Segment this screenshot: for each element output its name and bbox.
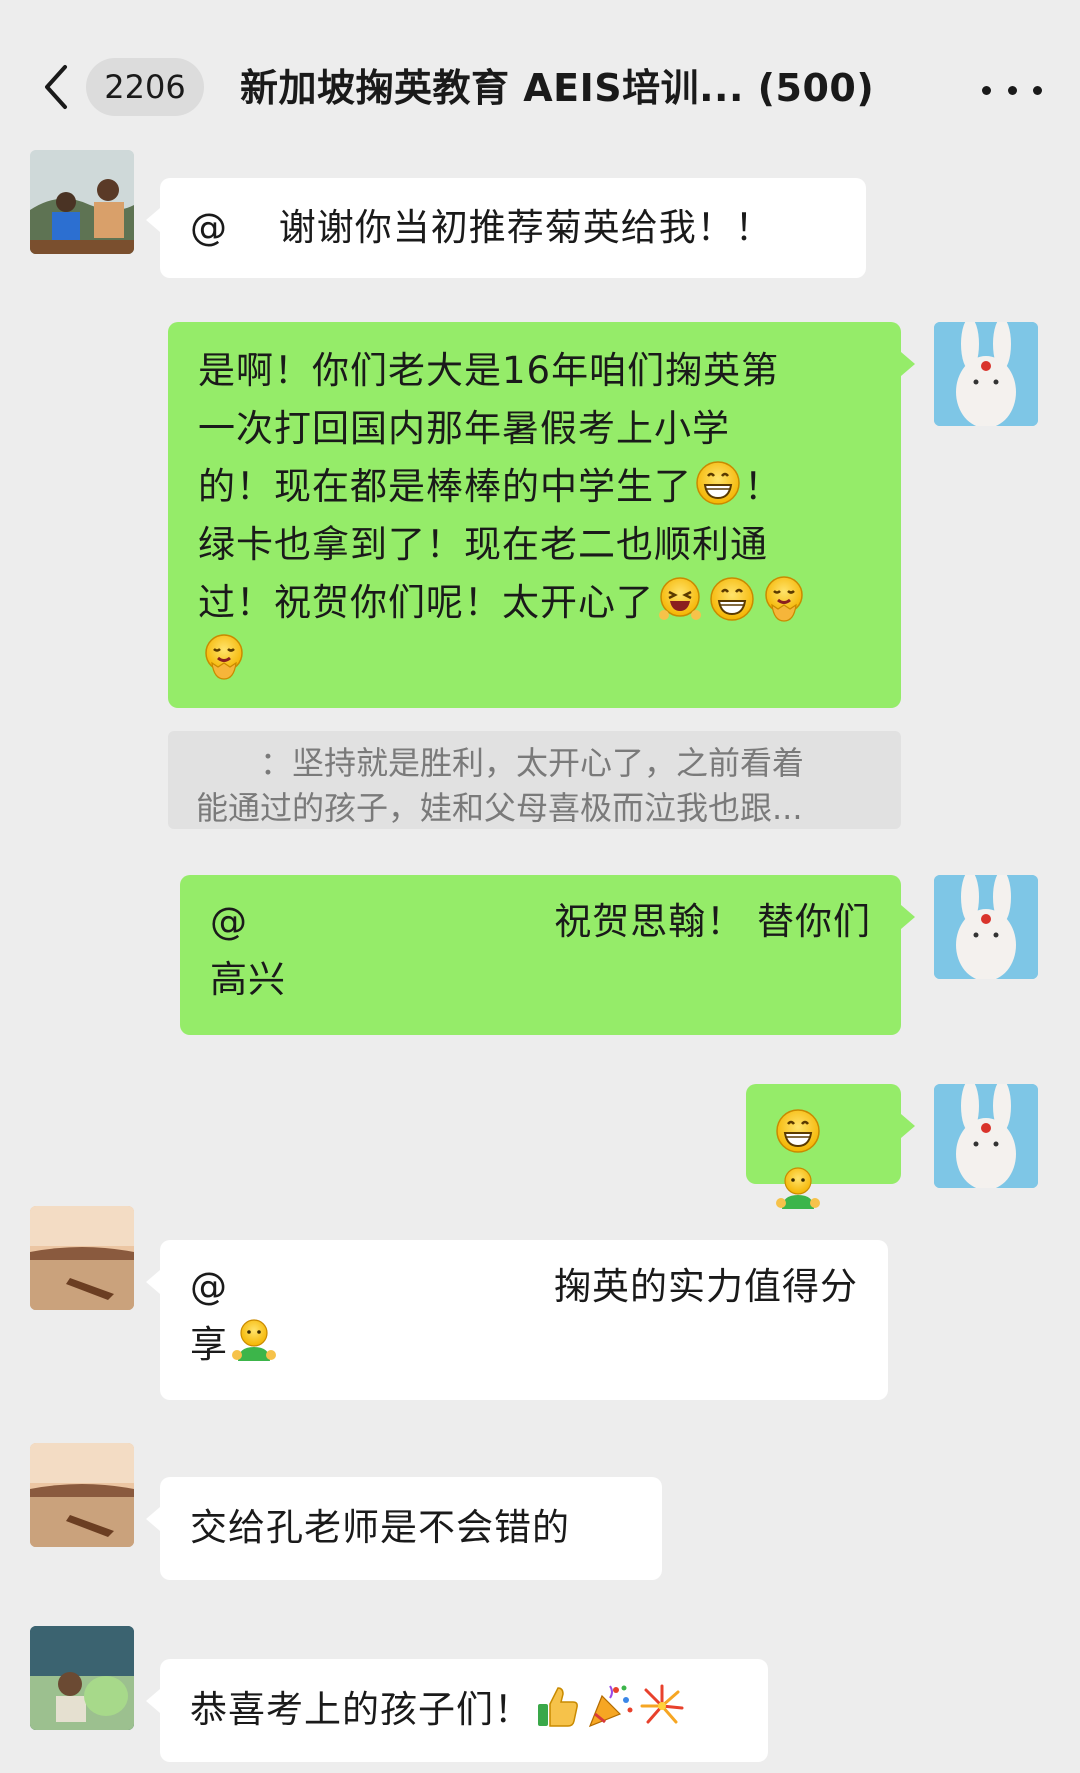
fireworks-emoji bbox=[638, 1682, 686, 1730]
rabbit-avatar-icon bbox=[934, 322, 1038, 426]
unread-count-badge[interactable]: 2206 bbox=[86, 58, 204, 116]
bubble-tail bbox=[901, 352, 915, 376]
bubble-tail bbox=[901, 1114, 915, 1138]
message-text: 祝贺思翰！ 替你们 bbox=[554, 900, 871, 943]
back-button[interactable] bbox=[36, 60, 76, 114]
message-line: 一次打回国内那年暑假考上小学 bbox=[198, 407, 730, 450]
message-line: @ 掬英的实力值得分 bbox=[190, 1258, 858, 1316]
message-bubble[interactable]: @ 祝贺思翰！ 替你们 高兴 bbox=[180, 875, 915, 1035]
mention-at: @ bbox=[190, 1265, 228, 1308]
message-text: 恭喜考上的孩子们！ bbox=[190, 1688, 532, 1731]
party-popper-emoji bbox=[586, 1682, 634, 1730]
bubble-tail bbox=[146, 208, 160, 232]
mention-at: @ bbox=[210, 900, 248, 943]
avatar[interactable] bbox=[30, 150, 134, 254]
more-icon bbox=[982, 85, 991, 95]
quote-line: 能通过的孩子，娃和父母喜极而泣我也跟... bbox=[196, 789, 803, 827]
grin-emoji bbox=[708, 575, 756, 623]
rabbit-avatar-icon bbox=[934, 1084, 1038, 1188]
message-line: @ 祝贺思翰！ 替你们 bbox=[210, 893, 871, 951]
message-text: 掬英的实力值得分 bbox=[554, 1265, 858, 1308]
message-line-with-emoji: 的！现在都是棒棒的中学生了 ！ bbox=[198, 458, 871, 516]
buddy-emoji bbox=[774, 1165, 822, 1213]
self-avatar[interactable] bbox=[934, 1084, 1038, 1188]
more-button[interactable] bbox=[982, 70, 1042, 110]
message-text: @ 谢谢你当初推荐菊英给我！！ bbox=[190, 206, 773, 249]
thumbs-up-emoji bbox=[534, 1682, 582, 1730]
avatar[interactable] bbox=[30, 1206, 134, 1310]
message-bubble[interactable] bbox=[746, 1084, 915, 1184]
more-icon-dot bbox=[1007, 85, 1017, 95]
message-line: 过！祝贺你们呢！太开心了 bbox=[198, 581, 654, 624]
buddy-emoji bbox=[230, 1317, 278, 1365]
message-bubble[interactable]: 恭喜考上的孩子们！ bbox=[146, 1659, 768, 1762]
avatar[interactable] bbox=[30, 1626, 134, 1730]
more-icon-dot bbox=[1033, 85, 1042, 95]
rabbit-avatar-icon bbox=[934, 875, 1038, 979]
message-line: 的！现在都是棒棒的中学生了 bbox=[198, 465, 692, 508]
avatar[interactable] bbox=[30, 1443, 134, 1547]
sunset-boat-avatar bbox=[30, 1443, 134, 1547]
message-line: 高兴 bbox=[210, 958, 286, 1001]
grin-emoji bbox=[694, 459, 742, 507]
quoted-reply[interactable]: ：坚持就是胜利，太开心了，之前看着 能通过的孩子，娃和父母喜极而泣我也跟... bbox=[168, 731, 901, 829]
hug-emoji bbox=[200, 633, 248, 681]
message-bubble[interactable]: @ 谢谢你当初推荐菊英给我！！ bbox=[146, 178, 866, 278]
avatar-photo bbox=[30, 150, 134, 254]
message-line: 是啊！你们老大是16年咱们掬英第 bbox=[198, 349, 780, 392]
emoji-line bbox=[198, 632, 871, 690]
chat-title: 新加坡掬英教育 AEIS培训... (500) bbox=[240, 66, 875, 110]
bubble-tail bbox=[146, 1270, 160, 1294]
child-avatar bbox=[30, 1626, 134, 1730]
message-bubble[interactable]: 交给孔老师是不会错的 bbox=[146, 1477, 662, 1580]
grin-emoji bbox=[774, 1107, 822, 1155]
message-text: 享 bbox=[190, 1323, 228, 1366]
laugh-emoji bbox=[656, 575, 704, 623]
exclaim-text: ！ bbox=[744, 465, 782, 508]
bubble-tail bbox=[146, 1507, 160, 1531]
hug-emoji bbox=[760, 575, 808, 623]
message-line-with-emoji: 过！祝贺你们呢！太开心了 bbox=[198, 574, 871, 632]
sunset-boat-avatar bbox=[30, 1206, 134, 1310]
chevron-left-icon bbox=[45, 65, 67, 109]
chat-header: 2206 新加坡掬英教育 AEIS培训... (500) bbox=[0, 0, 1080, 145]
quote-line: ：坚持就是胜利，太开心了，之前看着 bbox=[196, 744, 805, 782]
bubble-tail bbox=[146, 1689, 160, 1713]
message-text: 交给孔老师是不会错的 bbox=[190, 1506, 570, 1549]
self-avatar[interactable] bbox=[934, 875, 1038, 979]
message-line-with-emoji: 享 bbox=[190, 1316, 858, 1374]
message-bubble[interactable]: @ 掬英的实力值得分 享 bbox=[146, 1240, 888, 1400]
message-line: 绿卡也拿到了！现在老二也顺利通 bbox=[198, 523, 768, 566]
bubble-tail bbox=[901, 905, 915, 929]
self-avatar[interactable] bbox=[934, 322, 1038, 426]
message-bubble[interactable]: 是啊！你们老大是16年咱们掬英第 一次打回国内那年暑假考上小学 的！现在都是棒棒… bbox=[168, 322, 915, 708]
